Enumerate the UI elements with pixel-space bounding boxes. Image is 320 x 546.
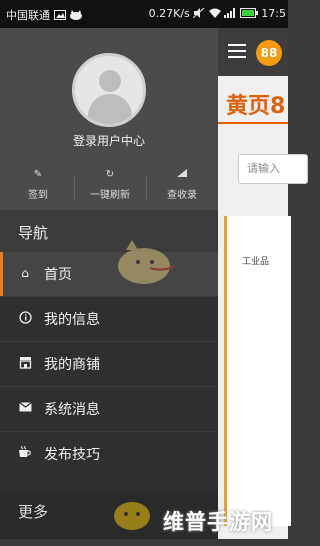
nav-header-label: 导航: [18, 224, 49, 242]
status-bar: 中国联通 0.27K/s 17:5: [0, 0, 288, 28]
profile-header: 登录用户中心 ✎ 签到 ↻ 一键刷新 查收录: [0, 28, 218, 210]
menu-item-home[interactable]: ⌂ 首页: [0, 252, 218, 296]
more-label: 更多: [18, 503, 49, 521]
image-notification-icon: [53, 9, 66, 23]
refresh-icon: ↻: [105, 169, 115, 180]
info-icon: [18, 311, 32, 325]
app-toolbar: 88: [218, 28, 288, 76]
app-logo: 88: [256, 40, 282, 66]
check-index-label: 查收录: [167, 190, 197, 201]
menu-item-my-info[interactable]: 我的信息: [0, 297, 218, 341]
mute-icon: [192, 7, 205, 21]
menu-icon[interactable]: [228, 44, 246, 58]
clock: 17:5: [261, 7, 286, 20]
cup-icon: [18, 445, 32, 460]
menu-item-label: 系统消息: [44, 402, 100, 418]
menu-item-label: 我的商铺: [44, 357, 100, 373]
menu-item-system-messages[interactable]: 系统消息: [0, 387, 218, 431]
menu-item-label: 我的信息: [44, 312, 100, 328]
carrier-label: 中国联通: [6, 9, 50, 22]
pencil-icon: ✎: [33, 169, 43, 180]
home-icon: ⌂: [21, 266, 29, 280]
app-title: 黄页8: [226, 94, 286, 119]
menu-item-label: 发布技巧: [44, 447, 100, 463]
store-icon: [18, 356, 32, 370]
main-app-panel[interactable]: 88 黄页8 请输入 工业品: [218, 28, 308, 539]
battery-icon: [239, 7, 258, 21]
title-divider: [218, 122, 288, 124]
quick-actions: ✎ 签到 ↻ 一键刷新 查收录: [0, 168, 218, 208]
refresh-button[interactable]: ↻ 一键刷新: [74, 168, 146, 201]
check-index-button[interactable]: 查收录: [146, 168, 218, 201]
avatar[interactable]: [72, 53, 146, 127]
cell-signal-icon: [224, 7, 236, 21]
search-input[interactable]: 请输入: [238, 154, 308, 184]
refresh-label: 一键刷新: [90, 190, 130, 201]
site-watermark: 维普手游网: [163, 510, 273, 534]
checkin-label: 签到: [28, 190, 48, 201]
menu-item-publishing-tips[interactable]: 发布技巧: [0, 432, 218, 476]
checkin-button[interactable]: ✎ 签到: [2, 168, 74, 201]
network-speed: 0.27K/s: [148, 7, 190, 20]
category-label[interactable]: 工业品: [242, 254, 269, 267]
signal-icon: [146, 168, 218, 182]
mascot-watermark-icon: [112, 238, 182, 288]
nav-section-header: 导航: [0, 210, 218, 252]
wifi-icon: [208, 8, 221, 21]
navigation-drawer: 登录用户中心 ✎ 签到 ↻ 一键刷新 查收录 导航 ⌂ 首页 我的信息 我的商铺…: [0, 28, 218, 539]
menu-item-my-store[interactable]: 我的商铺: [0, 342, 218, 386]
login-user-center-link[interactable]: 登录用户中心: [0, 132, 218, 149]
menu-item-label: 首页: [44, 267, 72, 283]
mail-icon: [18, 401, 32, 415]
cat-notification-icon: [69, 9, 83, 23]
